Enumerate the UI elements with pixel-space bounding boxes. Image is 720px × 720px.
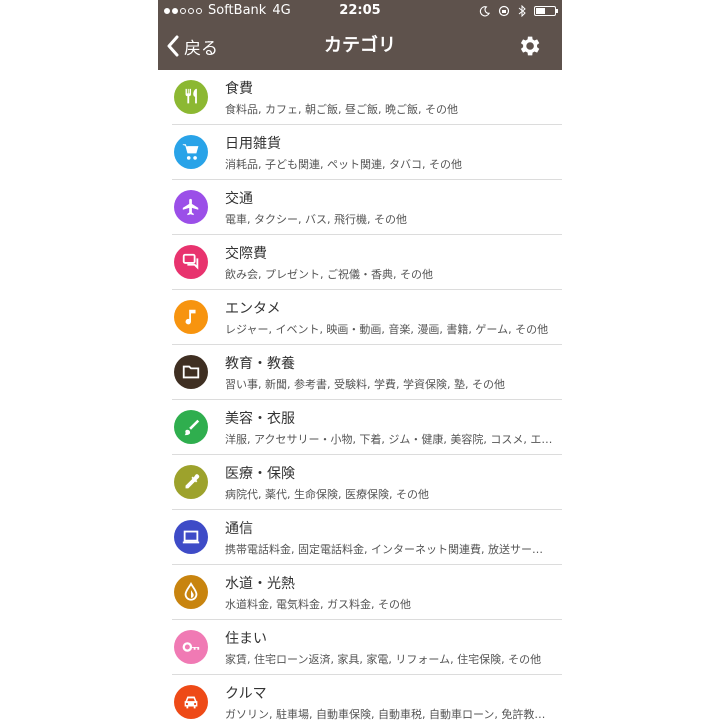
category-row[interactable]: 医療・保険病院代, 薬代, 生命保険, 医療保険, その他 [172,455,562,510]
music-note-icon [185,309,196,325]
category-title: 交際費 [225,246,267,262]
status-right [479,0,558,22]
car-icon [184,696,198,709]
battery-icon [534,6,558,16]
category-row[interactable]: エンタメレジャー, イベント, 映画・動画, 音楽, 漫画, 書籍, ゲーム, … [172,290,562,345]
moon-icon [479,5,490,16]
page-title: カテゴリ [324,35,396,56]
category-title: 日用雑貨 [225,136,281,152]
dropper-icon [185,474,200,489]
category-row[interactable]: 食費食料品, カフェ, 朝ご飯, 昼ご飯, 晩ご飯, その他 [172,70,562,125]
category-title: 水道・光熱 [225,576,295,592]
category-subtitle: レジャー, イベント, 映画・動画, 音楽, 漫画, 書籍, ゲーム, その他 [225,323,549,336]
rotation-lock-icon [498,5,510,17]
category-subtitle: 食料品, カフェ, 朝ご飯, 昼ご飯, 晩ご飯, その他 [225,103,458,116]
category-title: エンタメ [225,301,281,317]
category-subtitle: 電車, タクシー, バス, 飛行機, その他 [225,213,407,226]
category-title: 教育・教養 [225,356,295,372]
category-subtitle: 消耗品, 子ども関連, ペット関連, タバコ, その他 [225,158,462,171]
category-subtitle: 洋服, アクセサリー・小物, 下着, ジム・健康, 美容院, コスメ, エ… [225,433,553,446]
category-title: 食費 [225,81,253,97]
category-subtitle: ガソリン, 駐車場, 自動車保険, 自動車税, 自動車ローン, 免許教… [225,708,546,720]
category-row[interactable]: 交通電車, タクシー, バス, 飛行機, その他 [172,180,562,235]
category-icon-badge [174,245,208,279]
category-subtitle: 病院代, 薬代, 生命保険, 医療保険, その他 [225,488,429,501]
category-list: 食費食料品, カフェ, 朝ご飯, 昼ご飯, 晩ご飯, その他 日用雑貨消耗品, 子… [158,70,562,720]
chat-icon [182,253,199,270]
category-icon-badge [174,135,208,169]
category-title: 住まい [225,631,267,647]
category-icon-badge [174,685,208,719]
category-subtitle: 携帯電話料金, 固定電話料金, インターネット関連費, 放送サー… [225,543,543,556]
key-icon [182,642,200,652]
category-row[interactable]: 日用雑貨消耗品, 子ども関連, ペット関連, タバコ, その他 [172,125,562,180]
category-icon-badge [174,410,208,444]
category-icon-badge [174,190,208,224]
phone-screen: SoftBank 4G 22:05 戻る カテゴリ 食費食料品, カフェ, 朝ご… [158,0,562,720]
category-title: 医療・保険 [225,466,295,482]
category-icon-badge [174,300,208,334]
category-subtitle: 習い事, 新聞, 参考書, 受験料, 学費, 学資保険, 塾, その他 [225,378,505,391]
status-bar: SoftBank 4G 22:05 [158,0,562,22]
category-row[interactable]: 交際費飲み会, プレゼント, ご祝儀・香典, その他 [172,235,562,290]
nav-bar: 戻る カテゴリ [158,22,562,70]
category-icon-badge [174,630,208,664]
category-row[interactable]: 通信携帯電話料金, 固定電話料金, インターネット関連費, 放送サー… [172,510,562,565]
laptop-icon [182,530,200,544]
category-icon-badge [174,465,208,499]
category-icon-badge [174,80,208,114]
airplane-icon [182,198,199,216]
category-row[interactable]: 美容・衣服洋服, アクセサリー・小物, 下着, ジム・健康, 美容院, コスメ,… [172,400,562,455]
water-drop-icon [184,582,198,601]
shopping-cart-icon [182,144,199,160]
category-subtitle: 飲み会, プレゼント, ご祝儀・香典, その他 [225,268,433,281]
category-icon-badge [174,575,208,609]
utensils-icon [185,88,197,104]
category-row[interactable]: クルマガソリン, 駐車場, 自動車保険, 自動車税, 自動車ローン, 免許教… [172,675,562,720]
brush-icon [184,419,200,436]
category-title: 通信 [225,521,253,537]
category-title: 美容・衣服 [225,411,295,427]
bluetooth-icon [518,5,526,17]
category-title: クルマ [225,686,267,702]
category-row[interactable]: 水道・光熱水道料金, 電気料金, ガス料金, その他 [172,565,562,620]
category-row[interactable]: 住まい家賃, 住宅ローン返済, 家具, 家電, リフォーム, 住宅保険, その他 [172,620,562,675]
category-title: 交通 [225,191,253,207]
category-icon-badge [174,355,208,389]
category-subtitle: 水道料金, 電気料金, ガス料金, その他 [225,598,411,611]
category-icon-badge [174,520,208,554]
gear-icon[interactable] [516,33,542,59]
category-subtitle: 家賃, 住宅ローン返済, 家具, 家電, リフォーム, 住宅保険, その他 [225,653,542,666]
folder-icon [182,365,200,379]
category-row[interactable]: 教育・教養習い事, 新聞, 参考書, 受験料, 学費, 学資保険, 塾, その他 [172,345,562,400]
